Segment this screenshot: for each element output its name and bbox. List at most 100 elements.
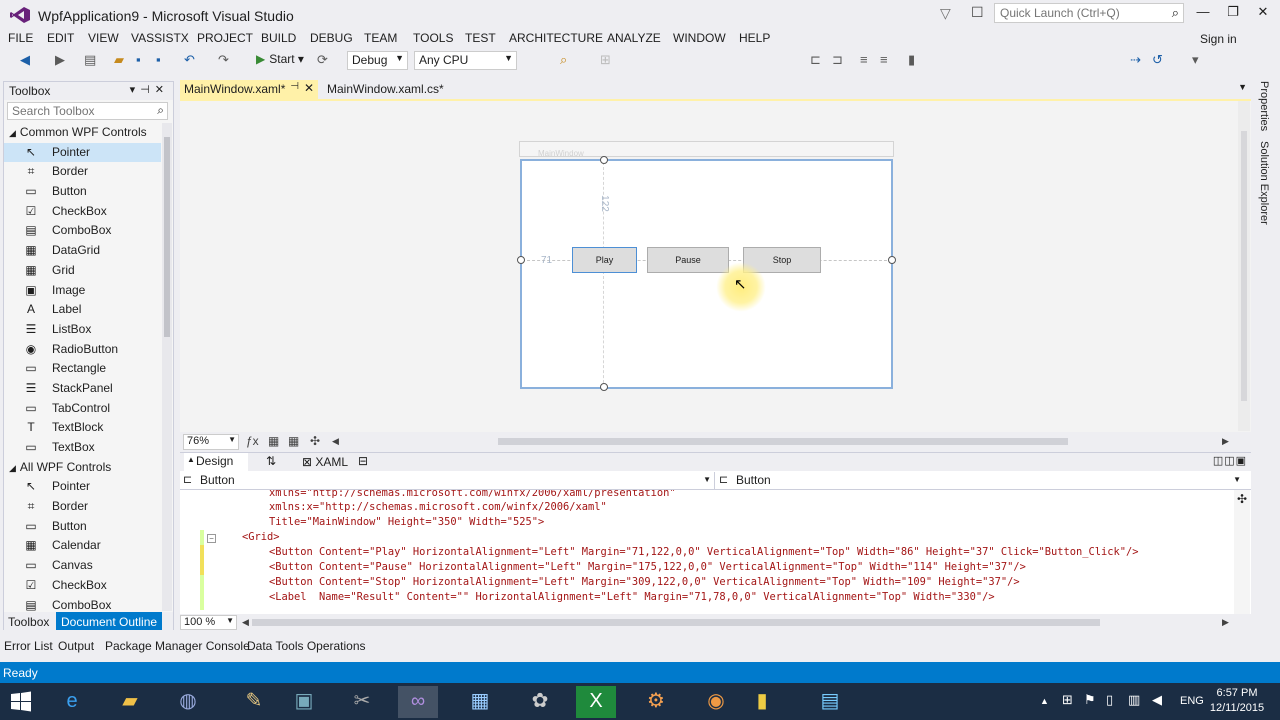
network-icon[interactable]: ▥ [1128, 692, 1140, 708]
code-line[interactable]: <Button Content="Pause" HorizontalAlignm… [269, 561, 1026, 573]
undo-icon[interactable]: ↶ [184, 52, 195, 68]
volume-icon[interactable]: ◀ [1152, 692, 1162, 708]
save-all-icon[interactable]: ▪ [156, 52, 161, 67]
forward-icon[interactable]: ▶ [55, 52, 65, 68]
open-file-icon[interactable]: ▰ [114, 52, 124, 68]
toolbox-item-button[interactable]: ▭ Button [4, 182, 161, 202]
tab-properties[interactable]: Properties [1258, 81, 1270, 131]
toolbox-item-combobox[interactable]: ▤ ComboBox [4, 596, 161, 612]
split-layout-icon[interactable]: ◫◫▣ [1213, 454, 1247, 467]
wpf-window-canvas[interactable] [520, 159, 893, 389]
tab-mainwindow-xaml-cs[interactable]: MainWindow.xaml.cs* [325, 80, 446, 99]
new-project-icon[interactable]: ▤ [84, 52, 96, 68]
snap-lines-icon[interactable]: ✣ [310, 434, 320, 448]
code-line[interactable]: xmlns="http://schemas.microsoft.com/winf… [269, 490, 676, 499]
scroll-left-icon[interactable]: ◀ [332, 436, 339, 447]
designer-vertical-scrollbar[interactable] [1238, 101, 1250, 431]
split-editor-icon[interactable]: ✣ [1237, 492, 1247, 506]
start-debugging-button[interactable]: ▶ Start ▾ [256, 52, 304, 66]
maximize-button[interactable]: ❐ [1218, 4, 1248, 24]
toolbox-item-textblock[interactable]: T TextBlock [4, 418, 161, 438]
system-clock[interactable]: 6:57 PM 12/11/2015 [1207, 686, 1267, 716]
code-line[interactable]: <Grid> [242, 531, 280, 543]
toolbox-item-listbox[interactable]: ☰ ListBox [4, 320, 161, 340]
toolbox-item-pointer[interactable]: ↖ Pointer [4, 142, 161, 163]
tab-list-dropdown-icon[interactable]: ▼ [1238, 82, 1247, 92]
resize-handle-right[interactable] [888, 256, 896, 264]
xaml-code-editor[interactable]: − xmlns="http://schemas.microsoft.com/wi… [180, 490, 1251, 614]
toolbox-item-textbox[interactable]: ▭ TextBox [4, 438, 161, 458]
toolbox-item-radiobutton[interactable]: ◉ RadioButton [4, 340, 161, 360]
code-vertical-scrollbar[interactable]: ✣ [1234, 490, 1250, 614]
scroll-right-icon[interactable]: ▶ [1222, 617, 1229, 628]
code-line[interactable]: <Label Name="Result" Content="" Horizont… [269, 591, 995, 603]
pause-button[interactable]: Pause [647, 247, 729, 273]
close-window-button[interactable]: ✕ [1248, 4, 1278, 24]
flag-icon[interactable]: ⚑ [1084, 692, 1096, 708]
toolbox-item-label[interactable]: A Label [4, 300, 161, 320]
toolbox-group-all[interactable]: ◢ All WPF Controls [4, 458, 161, 478]
battery-icon[interactable]: ▯ [1106, 692, 1113, 708]
menu-view[interactable]: VIEW [88, 31, 119, 45]
tab-design[interactable]: ▲ Design [184, 453, 248, 471]
close-icon[interactable]: ✕ [304, 81, 314, 95]
toolbox-search[interactable]: ⌕ [7, 102, 168, 120]
toolbox-item-rectangle[interactable]: ▭ Rectangle [4, 359, 161, 379]
scroll-left-icon[interactable]: ◀ [242, 617, 249, 628]
menu-analyze[interactable]: ANALYZE [607, 31, 661, 45]
tab-document-outline[interactable]: Document Outline [56, 612, 163, 630]
toolbox-search-input[interactable] [8, 103, 148, 119]
toolbox-item-pointer[interactable]: ↖ Pointer [4, 477, 161, 497]
close-icon[interactable]: ✕ [155, 84, 169, 96]
menu-help[interactable]: HELP [739, 31, 770, 45]
scroll-thumb[interactable] [1241, 131, 1247, 401]
menu-vassistx[interactable]: VASSISTX [131, 31, 189, 45]
menu-project[interactable]: PROJECT [197, 31, 253, 45]
tab-data-tools-operations[interactable]: Data Tools Operations [247, 639, 366, 653]
toolbox-item-border[interactable]: ⌗ Border [4, 497, 161, 517]
more-tools-icon[interactable]: ▾ [1192, 52, 1199, 68]
feedback-icon[interactable]: ☐ [971, 4, 984, 21]
toolbox-item-button[interactable]: ▭ Button [4, 517, 161, 537]
toolbox-item-image[interactable]: ▣ Image [4, 281, 161, 301]
tray-windows-icon[interactable]: ⊞ [1062, 692, 1073, 708]
toolbox-item-datagrid[interactable]: ▦ DataGrid [4, 241, 161, 261]
bookmark-icon[interactable]: ▮ [908, 52, 915, 68]
save-icon[interactable]: ▪ [136, 52, 141, 67]
collapse-pane-icon[interactable]: ⊟ [358, 454, 368, 468]
indent-icon[interactable]: ≡ [860, 52, 868, 67]
solution-platform-select[interactable]: Any CPU ▼ [414, 51, 517, 70]
toolbox-item-stackpanel[interactable]: ☰ StackPanel [4, 379, 161, 399]
toolbox-group-common[interactable]: ◢ Common WPF Controls [4, 123, 161, 143]
code-zoom-select[interactable]: 100 % ▼ [180, 615, 237, 630]
quick-launch-input[interactable] [995, 4, 1160, 22]
tab-toolbox[interactable]: Toolbox [8, 615, 49, 629]
toolbox-item-checkbox[interactable]: ☑ CheckBox [4, 202, 161, 222]
resize-handle-bottom[interactable] [600, 383, 608, 391]
toolbox-item-grid[interactable]: ▦ Grid [4, 261, 161, 281]
code-line[interactable]: Title="MainWindow" Height="350" Width="5… [269, 516, 544, 528]
tab-error-list[interactable]: Error List [4, 639, 53, 653]
minimize-button[interactable]: — [1188, 4, 1218, 24]
menu-build[interactable]: BUILD [261, 31, 296, 45]
tab-xaml[interactable]: ⊠ XAML [302, 455, 348, 469]
menu-file[interactable]: FILE [8, 31, 33, 45]
resize-handle-left[interactable] [517, 256, 525, 264]
menu-test[interactable]: TEST [465, 31, 496, 45]
pin-icon[interactable]: ⊣ [290, 81, 299, 92]
grid-toggle-icon[interactable]: ▦ [268, 434, 279, 448]
scroll-right-icon[interactable]: ▶ [1222, 436, 1229, 447]
element-select-left[interactable]: ⊏ Button ▼ [180, 472, 715, 489]
formula-icon[interactable]: ƒx [246, 434, 259, 448]
align-left-icon[interactable]: ⊏ [810, 52, 821, 68]
snap-grid-icon[interactable]: ▦ [288, 434, 299, 448]
toolbox-item-canvas[interactable]: ▭ Canvas [4, 556, 161, 576]
toolbox-item-tabcontrol[interactable]: ▭ TabControl [4, 399, 161, 419]
tab-solution-explorer[interactable]: Solution Explorer [1258, 141, 1270, 225]
sign-in-link[interactable]: Sign in [1200, 32, 1237, 46]
play-button[interactable]: Play [572, 247, 637, 273]
menu-window[interactable]: WINDOW [673, 31, 726, 45]
code-horizontal-scrollbar[interactable] [252, 619, 1100, 626]
toolbox-item-combobox[interactable]: ▤ ComboBox [4, 221, 161, 241]
quick-launch[interactable]: ⌕ [994, 3, 1184, 23]
